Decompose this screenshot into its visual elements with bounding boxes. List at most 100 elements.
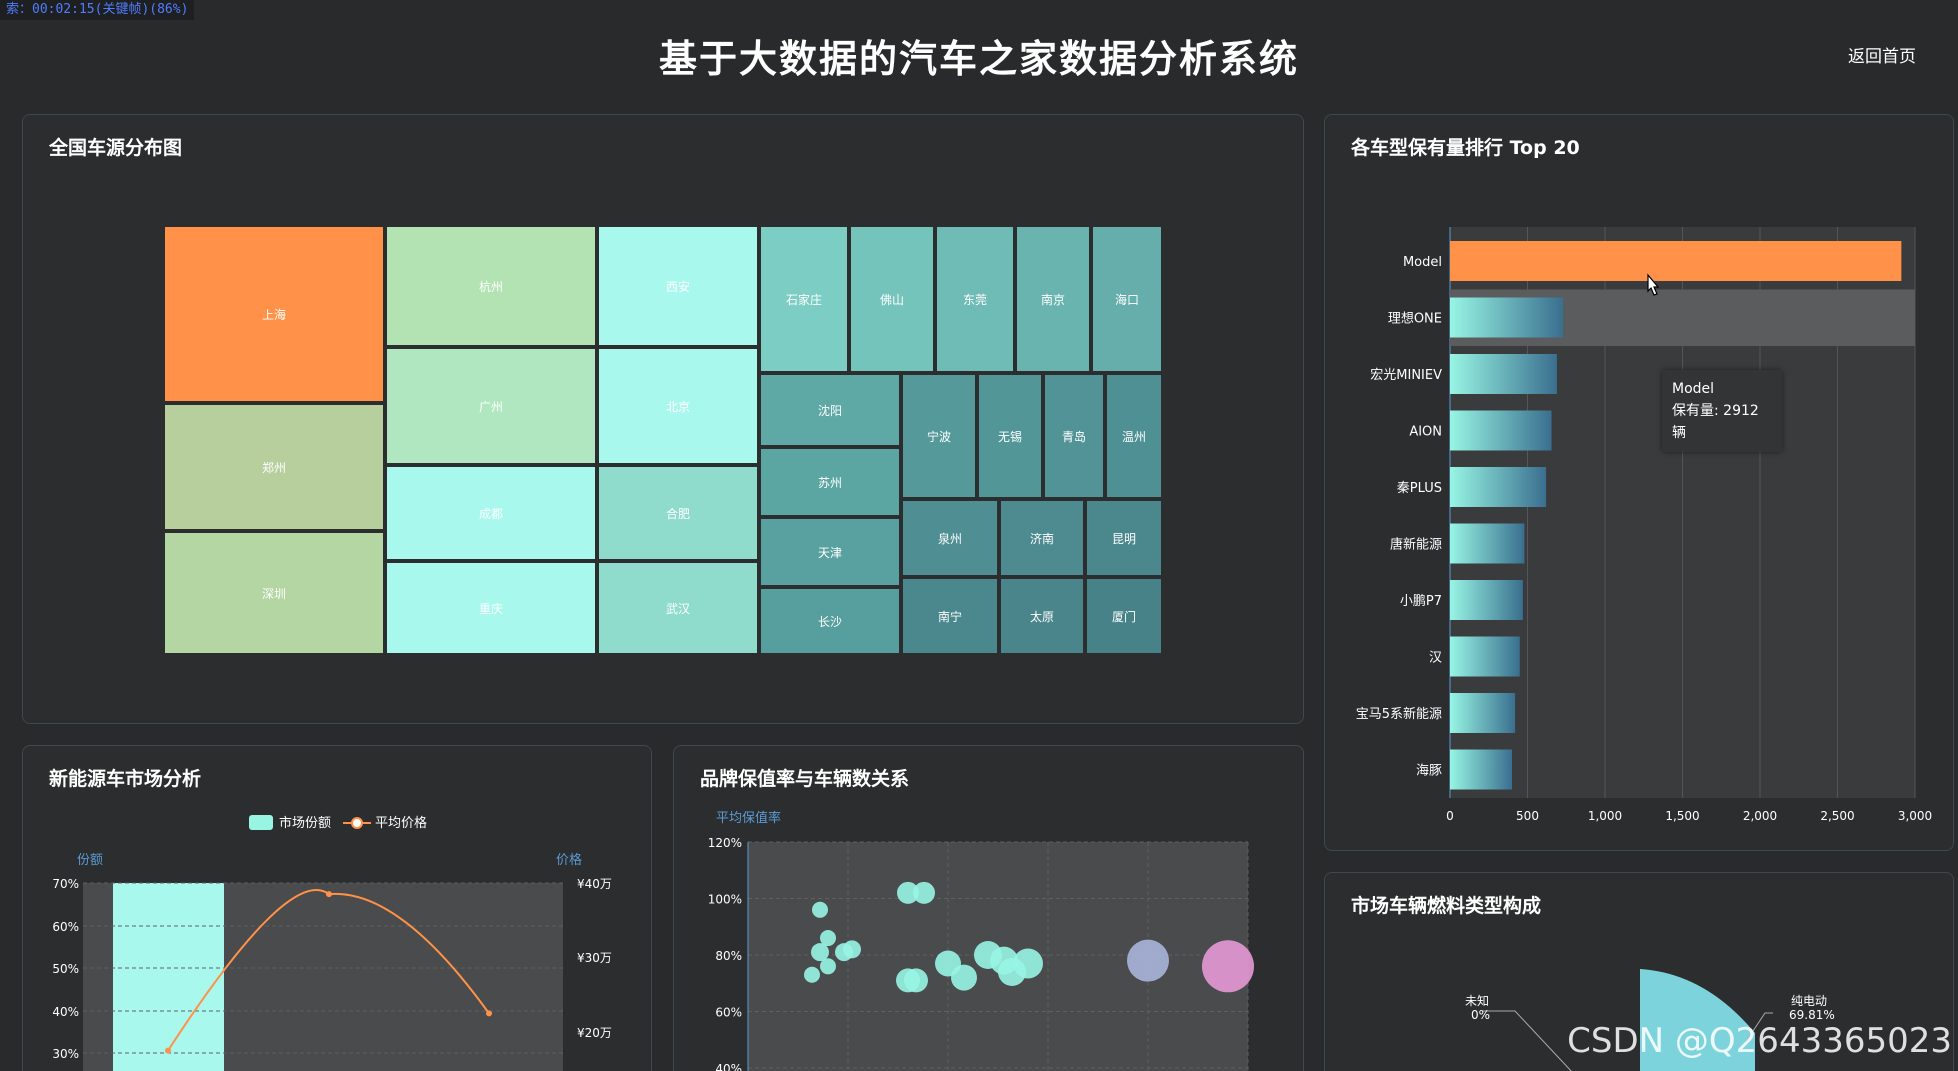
scatter-point[interactable] bbox=[804, 966, 820, 983]
bar-tooltip: Model 保有量: 2912辆 bbox=[1662, 370, 1782, 452]
treemap-cell[interactable]: 厦门 bbox=[1085, 577, 1163, 655]
treemap-cell[interactable]: 西安 bbox=[597, 225, 759, 347]
bar-3[interactable] bbox=[1450, 410, 1552, 451]
treemap-cell[interactable]: 宁波 bbox=[901, 373, 977, 499]
price-point[interactable] bbox=[326, 891, 332, 898]
x-tick-label: 2,500 bbox=[1820, 809, 1854, 823]
left-tick: 50% bbox=[52, 962, 79, 976]
model-ranking-panel: 各车型保有量排行 Top 20 0 500 1,000 1,500 2,000 2,500… bbox=[1324, 114, 1954, 851]
treemap-cell[interactable]: 太原 bbox=[999, 577, 1085, 655]
bar-2[interactable] bbox=[1450, 354, 1557, 394]
bar-6[interactable] bbox=[1450, 580, 1523, 620]
legend-share-swatch[interactable] bbox=[249, 815, 273, 830]
scatter-point[interactable] bbox=[1013, 948, 1043, 979]
share-bar[interactable] bbox=[113, 883, 224, 1071]
treemap-cell[interactable]: 武汉 bbox=[597, 561, 759, 655]
legend-price-label[interactable]: 平均价格 bbox=[375, 815, 427, 831]
right-tick: ¥40万 bbox=[577, 877, 612, 891]
treemap-cell[interactable]: 成都 bbox=[385, 465, 597, 561]
bar-7[interactable] bbox=[1450, 636, 1520, 677]
brand-retention-panel: 品牌保值率与车辆数关系 平均保值率 120% 100% 80% 60% 40% bbox=[673, 745, 1304, 1071]
treemap-cell[interactable]: 郑州 bbox=[163, 403, 385, 531]
bar-5[interactable] bbox=[1450, 523, 1525, 564]
y-tick-label: 60% bbox=[715, 1006, 742, 1020]
treemap-cell[interactable]: 温州 bbox=[1105, 373, 1163, 499]
treemap-cell[interactable]: 南京 bbox=[1015, 225, 1091, 373]
treemap-cell[interactable]: 上海 bbox=[163, 225, 385, 403]
treemap-cell[interactable]: 泉州 bbox=[901, 499, 999, 577]
scatter-point[interactable] bbox=[820, 958, 836, 975]
category-label: Model bbox=[1403, 255, 1442, 270]
home-link[interactable]: 返回首页 bbox=[1848, 42, 1916, 67]
ev-market-panel: 新能源车市场分析 市场份额 平均价格 份额 价格 70% 60% 50% 40% 30%… bbox=[22, 745, 652, 1071]
tooltip-name: Model bbox=[1672, 381, 1715, 397]
category-label: 宏光MINIEV bbox=[1370, 368, 1442, 383]
left-tick: 60% bbox=[52, 920, 79, 934]
treemap-cell[interactable]: 无锡 bbox=[977, 373, 1043, 499]
label-unknown-pct: 0% bbox=[1471, 1008, 1490, 1022]
category-label: 唐新能源 bbox=[1390, 537, 1442, 553]
treemap-cell[interactable]: 海口 bbox=[1091, 225, 1163, 373]
treemap-cell[interactable]: 佛山 bbox=[849, 225, 935, 373]
category-label: 秦PLUS bbox=[1397, 481, 1442, 496]
treemap-cell[interactable]: 济南 bbox=[999, 499, 1085, 577]
treemap-cell[interactable]: 南宁 bbox=[901, 577, 999, 655]
x-tick-label: 1,500 bbox=[1665, 809, 1699, 823]
legend-price-marker[interactable] bbox=[351, 817, 363, 829]
treemap-cell[interactable]: 东莞 bbox=[935, 225, 1015, 373]
left-tick: 30% bbox=[52, 1047, 79, 1061]
category-label: 海豚 bbox=[1416, 764, 1442, 779]
scatter-point[interactable] bbox=[812, 901, 828, 918]
x-tick-label: 2,000 bbox=[1743, 809, 1777, 823]
treemap-cell[interactable]: 北京 bbox=[597, 347, 759, 465]
page-title: 基于大数据的汽车之家数据分析系统 bbox=[658, 37, 1299, 81]
y-tick-label: 100% bbox=[708, 893, 742, 907]
ev-market-chart: 市场份额 平均价格 份额 价格 70% 60% 50% 40% 30% ¥40万 ¥30万 ¥… bbox=[52, 815, 612, 1071]
bar-4[interactable] bbox=[1450, 467, 1547, 507]
y-tick-label: 80% bbox=[715, 949, 742, 963]
treemap-cell[interactable]: 昆明 bbox=[1085, 499, 1163, 577]
price-point[interactable] bbox=[165, 1047, 171, 1054]
brand-scatter-chart: 平均保值率 120% 100% 80% 60% 40% bbox=[708, 810, 1254, 1071]
treemap-cell[interactable]: 合肥 bbox=[597, 465, 759, 561]
bar-1[interactable] bbox=[1450, 297, 1564, 338]
scatter-point[interactable] bbox=[1202, 940, 1254, 993]
scatter-point[interactable] bbox=[951, 964, 977, 991]
panel-title-map: 全国车源分布图 bbox=[49, 137, 183, 159]
left-tick: 40% bbox=[52, 1005, 79, 1019]
category-label: 宝马5系新能源 bbox=[1356, 706, 1442, 722]
treemap-cell[interactable]: 重庆 bbox=[385, 561, 597, 655]
treemap-cell[interactable]: 天津 bbox=[759, 517, 901, 587]
label-unknown-name: 未知 bbox=[1465, 994, 1489, 1008]
bar-0[interactable] bbox=[1450, 241, 1902, 281]
bar-9[interactable] bbox=[1450, 749, 1512, 790]
scatter-point[interactable] bbox=[811, 943, 829, 962]
treemap-cell[interactable]: 长沙 bbox=[759, 587, 901, 655]
label-line-unknown bbox=[1482, 1010, 1572, 1071]
scatter-point[interactable] bbox=[1127, 939, 1169, 982]
treemap-cell[interactable]: 广州 bbox=[385, 347, 597, 465]
vehicle-distribution-panel: 全国车源分布图 上海 郑州 深圳 杭州 广州 成都 重庆 西安 北京 合肥 武汉… bbox=[22, 114, 1304, 724]
right-tick: ¥30万 bbox=[577, 951, 612, 965]
right-tick: ¥20万 bbox=[577, 1026, 612, 1040]
category-label: 汉 bbox=[1429, 651, 1442, 666]
treemap-cell[interactable]: 深圳 bbox=[163, 531, 385, 655]
right-axis-title: 价格 bbox=[556, 852, 582, 868]
treemap-cell[interactable]: 青岛 bbox=[1043, 373, 1105, 499]
treemap: 上海 郑州 深圳 杭州 广州 成都 重庆 西安 北京 合肥 武汉 石家庄 佛山 … bbox=[163, 225, 1163, 655]
category-label: 小鹏P7 bbox=[1400, 594, 1442, 609]
treemap-cell[interactable]: 苏州 bbox=[759, 447, 901, 517]
treemap-cell[interactable]: 沈阳 bbox=[759, 373, 901, 447]
category-label: 理想ONE bbox=[1388, 311, 1442, 327]
x-tick-label: 500 bbox=[1516, 809, 1539, 823]
bar-8[interactable] bbox=[1450, 693, 1516, 733]
legend-share-label[interactable]: 市场份额 bbox=[279, 815, 331, 831]
treemap-cell[interactable]: 杭州 bbox=[385, 225, 597, 347]
scatter-point[interactable] bbox=[904, 968, 928, 993]
price-point[interactable] bbox=[486, 1010, 492, 1017]
treemap-cell[interactable]: 石家庄 bbox=[759, 225, 849, 373]
scatter-point[interactable] bbox=[843, 940, 861, 959]
left-axis-title: 份额 bbox=[77, 853, 103, 868]
x-tick-label: 0 bbox=[1446, 809, 1454, 823]
scatter-point[interactable] bbox=[913, 881, 935, 904]
